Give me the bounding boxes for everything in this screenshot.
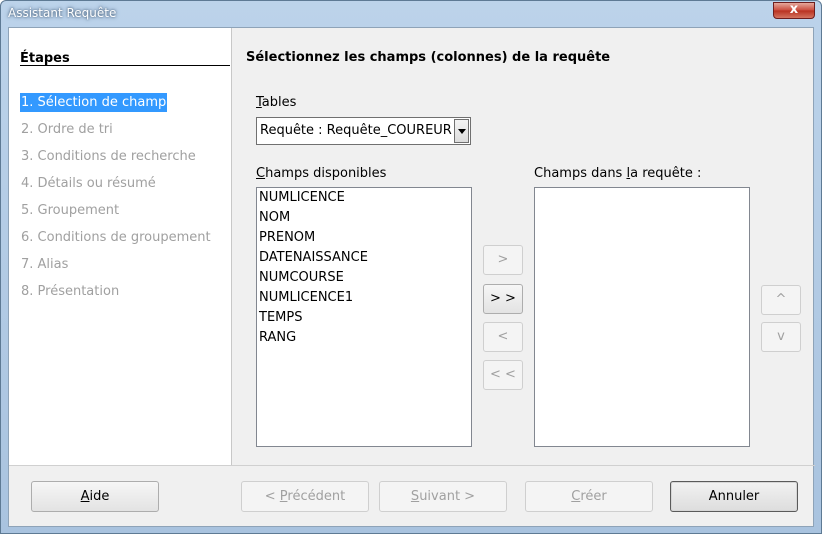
- available-fields-list[interactable]: NUMLICENCE NOM PRENOM DATENAISSANCE NUMC…: [256, 187, 472, 447]
- list-item[interactable]: RANG: [257, 328, 471, 348]
- chevron-down-icon[interactable]: [454, 119, 469, 143]
- query-fields-list[interactable]: [534, 187, 750, 447]
- step-content: Sélectionnez les champs (colonnes) de la…: [232, 28, 814, 465]
- page-heading: Sélectionnez les champs (colonnes) de la…: [246, 50, 611, 65]
- step-overview[interactable]: 8. Présentation: [20, 282, 120, 301]
- previous-button[interactable]: < Précédent: [241, 481, 369, 512]
- step-sort-order[interactable]: 2. Ordre de tri: [20, 120, 114, 139]
- step-grouping[interactable]: 5. Groupement: [20, 201, 120, 220]
- move-up-button[interactable]: ^: [761, 285, 801, 315]
- move-down-button[interactable]: v: [761, 322, 801, 352]
- create-button[interactable]: Créer: [525, 481, 653, 512]
- tables-label: Tables: [256, 95, 297, 110]
- dialog-body: Étapes 1. Sélection de champ 2. Ordre de…: [8, 27, 815, 527]
- list-item[interactable]: NUMCOURSE: [257, 268, 471, 288]
- close-button[interactable]: x: [773, 2, 815, 19]
- list-item[interactable]: NOM: [257, 208, 471, 228]
- list-item[interactable]: TEMPS: [257, 308, 471, 328]
- tables-dropdown-value: Requête : Requête_COUREUR 2: [260, 123, 465, 138]
- remove-field-button[interactable]: <: [483, 322, 523, 352]
- help-button[interactable]: Aide: [31, 481, 159, 512]
- cancel-button[interactable]: Annuler: [670, 481, 798, 512]
- footer-divider: [9, 465, 815, 466]
- add-field-button[interactable]: >: [483, 245, 523, 275]
- list-item[interactable]: PRENOM: [257, 228, 471, 248]
- steps-divider: [20, 65, 230, 66]
- title-bar[interactable]: Assistant Requête x: [1, 1, 821, 27]
- close-icon: x: [789, 2, 799, 17]
- query-fields-label: Champs dans la requête :: [534, 166, 702, 181]
- add-all-fields-button[interactable]: > >: [483, 284, 523, 314]
- window-title: Assistant Requête: [8, 6, 117, 20]
- step-grouping-conditions[interactable]: 6. Conditions de groupement: [20, 228, 212, 247]
- list-item[interactable]: NUMLICENCE1: [257, 288, 471, 308]
- step-detail-or-summary[interactable]: 4. Détails ou résumé: [20, 174, 157, 193]
- steps-panel: Étapes 1. Sélection de champ 2. Ordre de…: [9, 28, 232, 465]
- tables-dropdown[interactable]: Requête : Requête_COUREUR 2: [256, 117, 471, 145]
- list-item[interactable]: NUMLICENCE: [257, 188, 471, 208]
- remove-all-fields-button[interactable]: < <: [483, 360, 523, 390]
- step-aliases[interactable]: 7. Alias: [20, 255, 69, 274]
- step-field-selection[interactable]: 1. Sélection de champ: [20, 93, 168, 112]
- next-button[interactable]: Suivant >: [379, 481, 507, 512]
- step-search-conditions[interactable]: 3. Conditions de recherche: [20, 147, 197, 166]
- query-wizard-window: Assistant Requête x Étapes 1. Sélection …: [0, 0, 822, 534]
- steps-title: Étapes: [20, 51, 70, 66]
- available-fields-label: Champs disponibles: [256, 166, 387, 181]
- list-item[interactable]: DATENAISSANCE: [257, 248, 471, 268]
